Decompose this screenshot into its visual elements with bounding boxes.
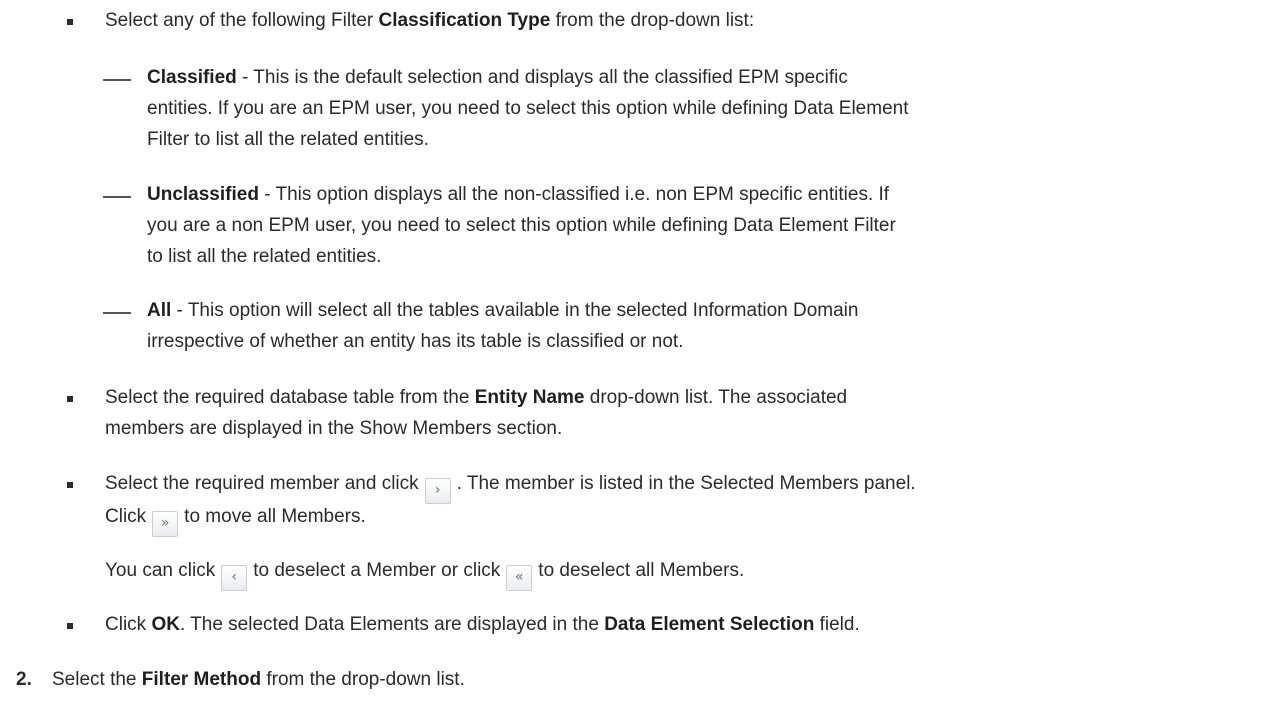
move-left-icon: ‹ (221, 565, 248, 591)
sub-item-classified-line2: entities. If you are an EPM user, you ne… (147, 98, 909, 119)
bullet-classification-type: Select any of the following Filter Class… (105, 10, 755, 31)
sub-item-classified: Classified - This is the default selecti… (147, 67, 848, 88)
move-right-icon: › (424, 478, 451, 504)
bullet-select-member: Select the required member and click ›. T… (105, 469, 916, 504)
document-page: Select any of the following Filter Class… (0, 0, 1276, 719)
step-number: 2. (16, 669, 32, 690)
bullet-marker (67, 19, 73, 25)
dash-marker (103, 196, 131, 198)
bullet-select-member-line3: You can click ‹ to deselect a Member or cl… (105, 556, 744, 591)
dash-marker (103, 79, 131, 81)
move-all-left-icon: « (506, 565, 533, 591)
bullet-select-member-line2: Click» to move all Members. (105, 502, 366, 537)
sub-item-unclassified: Unclassified - This option displays all … (147, 184, 890, 205)
sub-item-all-line2: irrespective of whether an entity has it… (147, 331, 684, 352)
sub-item-unclassified-line2: you are a non EPM user, you need to sele… (147, 215, 896, 236)
bullet-marker (67, 482, 73, 488)
sub-item-all: All - This option will select all the ta… (147, 300, 859, 321)
bullet-entity-name: Select the required database table from … (105, 387, 848, 408)
dash-marker (103, 312, 131, 314)
bullet-click-ok: Click OK. The selected Data Elements are… (105, 614, 860, 635)
sub-item-classified-line3: Filter to list all the related entities. (147, 129, 429, 150)
step-filter-method: Select the Filter Method from the drop-d… (52, 669, 465, 690)
bullet-marker (67, 396, 73, 402)
bullet-entity-name-line2: members are displayed in the Show Member… (105, 418, 563, 439)
sub-item-unclassified-line3: to list all the related entities. (147, 246, 382, 267)
bullet-marker (67, 623, 73, 629)
move-all-right-icon: » (152, 511, 179, 537)
